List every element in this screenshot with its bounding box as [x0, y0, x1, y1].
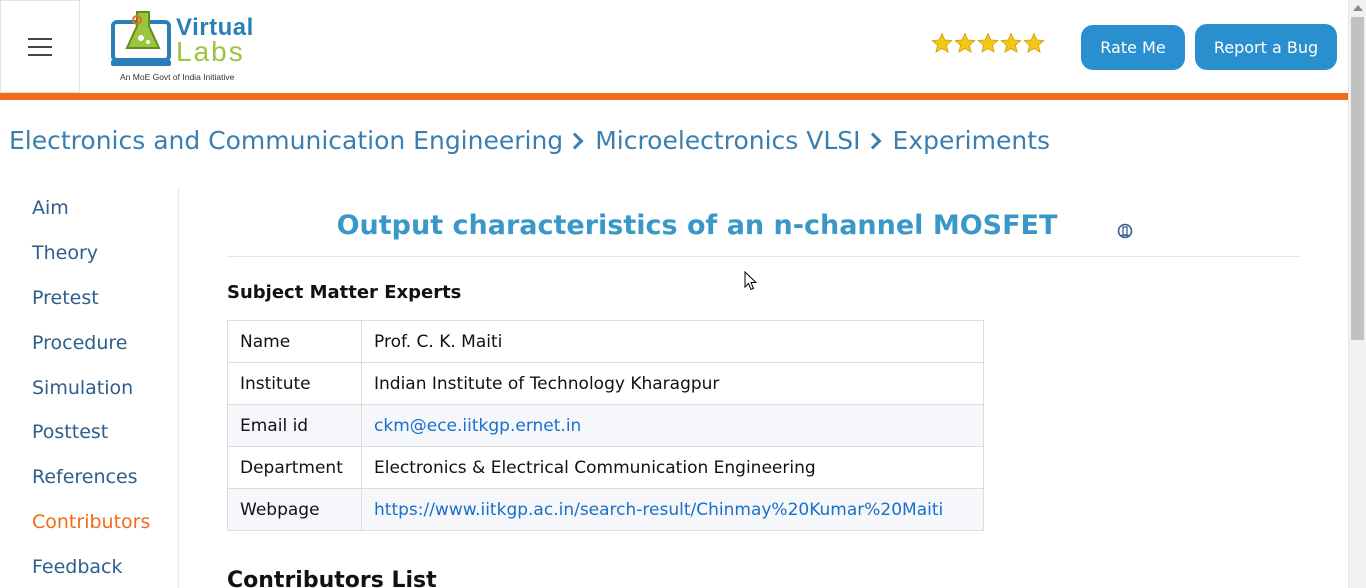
table-value-cell: Electronics & Electrical Communication E… [361, 446, 984, 489]
table-key-cell: Department [227, 446, 362, 489]
hamburger-icon [28, 37, 52, 56]
table-row: Name Prof. C. K. Maiti [227, 320, 984, 363]
rate-me-button[interactable]: Rate Me [1081, 25, 1185, 70]
breadcrumb-item-experiments[interactable]: Experiments [893, 126, 1050, 155]
flask-monitor-icon [111, 11, 171, 66]
star-icon[interactable] [1000, 32, 1022, 54]
site-header: Virtual Labs An MoE Govt of India Initia… [0, 0, 1348, 93]
chevron-right-icon [566, 132, 584, 149]
table-value-cell: https://www.iitkgp.ac.in/search-result/C… [361, 488, 984, 531]
report-bug-button[interactable]: Report a Bug [1195, 24, 1337, 70]
table-row: Department Electronics & Electrical Comm… [227, 446, 984, 489]
sidebar-item-theory[interactable]: Theory [32, 242, 98, 264]
table-key-cell: Webpage [227, 488, 362, 531]
webpage-link[interactable]: https://www.iitkgp.ac.in/search-result/C… [374, 500, 943, 520]
star-icon[interactable] [931, 32, 953, 54]
rating-stars[interactable] [931, 32, 1045, 54]
scroll-thumb[interactable] [1351, 17, 1364, 340]
sidebar-item-simulation[interactable]: Simulation [32, 377, 133, 399]
virtual-labs-logo[interactable]: Virtual Labs An MoE Govt of India Initia… [108, 6, 258, 86]
header-accent-bar [0, 93, 1348, 100]
email-link[interactable]: ckm@ece.iitkgp.ernet.in [374, 416, 581, 436]
breadcrumb-item-department[interactable]: Electronics and Communication Engineerin… [9, 126, 563, 155]
scroll-up-icon[interactable] [1353, 5, 1363, 11]
sidebar-item-procedure[interactable]: Procedure [32, 332, 127, 354]
sidebar-item-aim[interactable]: Aim [32, 197, 69, 219]
table-key-cell: Institute [227, 362, 362, 405]
sidebar-item-posttest[interactable]: Posttest [32, 421, 108, 443]
sidebar-item-references[interactable]: References [32, 466, 138, 488]
table-value-cell: Prof. C. K. Maiti [361, 320, 984, 363]
chevron-right-icon [864, 132, 882, 149]
table-row: Institute Indian Institute of Technology… [227, 362, 984, 405]
experiment-sidebar: Aim Theory Pretest Procedure Simulation … [0, 187, 179, 588]
sidebar-item-pretest[interactable]: Pretest [32, 287, 99, 309]
logo-word-labs: Labs [176, 36, 245, 67]
star-icon[interactable] [954, 32, 976, 54]
iit-logo-icon [1117, 223, 1133, 239]
section-heading-experts: Subject Matter Experts [227, 282, 462, 303]
sidebar-item-feedback[interactable]: Feedback [32, 556, 122, 578]
table-key-cell: Email id [227, 404, 362, 447]
page-title: Output characteristics of an n-channel M… [336, 210, 1058, 241]
table-row: Webpage https://www.iitkgp.ac.in/search-… [227, 488, 984, 531]
sidebar-item-contributors[interactable]: Contributors [32, 511, 150, 533]
mouse-pointer-icon [744, 271, 758, 291]
table-row: Email id ckm@ece.iitkgp.ernet.in [227, 404, 984, 447]
table-value-cell: ckm@ece.iitkgp.ernet.in [361, 404, 984, 447]
breadcrumb: Electronics and Communication Engineerin… [9, 126, 1050, 155]
table-value-cell: Indian Institute of Technology Kharagpur [361, 362, 984, 405]
menu-button[interactable] [0, 0, 80, 93]
star-icon[interactable] [977, 32, 999, 54]
experts-table: Name Prof. C. K. Maiti Institute Indian … [227, 320, 984, 531]
breadcrumb-item-lab[interactable]: Microelectronics VLSI [595, 126, 860, 155]
section-heading-contributors: Contributors List [227, 568, 437, 588]
table-key-cell: Name [227, 320, 362, 363]
star-icon[interactable] [1023, 32, 1045, 54]
title-divider [227, 256, 1300, 257]
page-scrollbar[interactable] [1348, 0, 1366, 588]
logo-tagline: An MoE Govt of India Initiative [120, 72, 235, 82]
